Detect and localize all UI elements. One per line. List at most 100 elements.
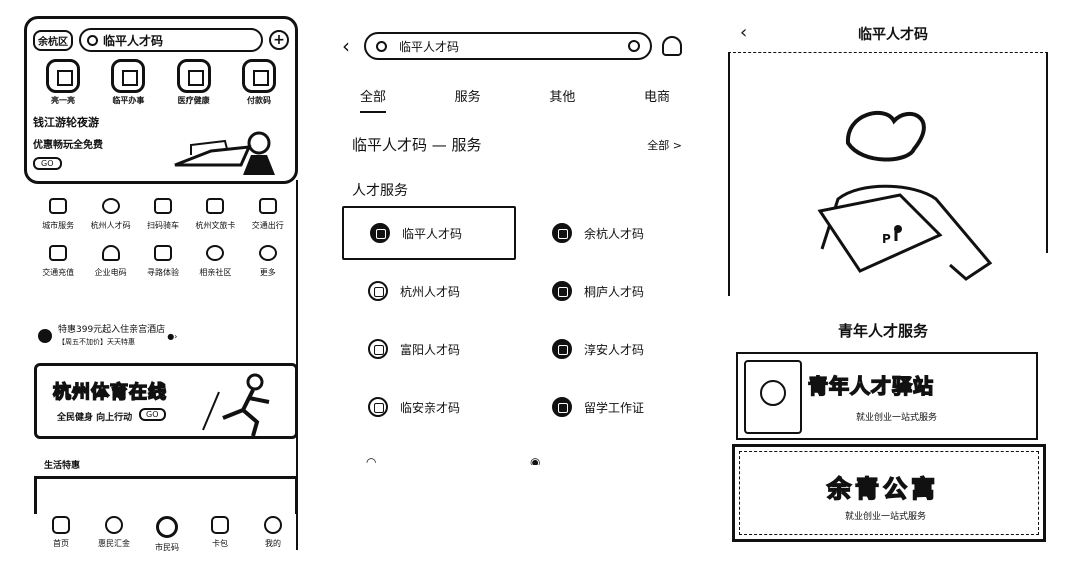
youth-station-card[interactable]: 青年人才驿站 就业创业一站式服务	[736, 352, 1038, 440]
notice-line-1: 特惠399元起入住亲宫酒店	[58, 325, 166, 335]
cutoff-icon: ◉	[530, 455, 541, 465]
quick-action-4[interactable]: 付款码	[229, 59, 289, 106]
headset-icon	[101, 245, 120, 261]
panel-search-results: ‹ 临平人才码 全部 服务 其他 电商 临平人才码 — 服务 全部 > 人才服务…	[330, 0, 700, 581]
service-item-study-abroad[interactable]: 留学工作证	[526, 380, 700, 434]
grid-item-hz-talent[interactable]: 杭州人才码	[84, 198, 136, 231]
grid-item-bike[interactable]: 扫码骑车	[137, 198, 189, 231]
tab-benefits[interactable]: 惠民汇金	[89, 516, 139, 553]
list-cutoff: ◠ ◉	[366, 455, 646, 465]
grid-item-transport[interactable]: 交通出行	[242, 198, 294, 231]
notice-icon	[38, 329, 52, 343]
talent-code-icon	[552, 223, 572, 243]
grid-item-label: 城市服务	[42, 221, 75, 230]
service-label: 临安亲才码	[400, 400, 461, 415]
clear-icon[interactable]	[628, 40, 640, 52]
talent-code-icon	[368, 281, 388, 301]
more-icon	[258, 245, 277, 261]
search-input[interactable]: 临平人才码	[364, 32, 652, 60]
tab-ecommerce[interactable]: 电商	[644, 86, 670, 113]
tab-services[interactable]: 服务	[455, 86, 481, 113]
tab-other[interactable]: 其他	[549, 86, 575, 113]
tab-wallet[interactable]: 卡包	[195, 516, 245, 553]
life-section-title: 生活特惠	[44, 461, 81, 471]
customer-service-icon[interactable]	[662, 36, 682, 56]
service-item-tonglu[interactable]: 桐庐人才码	[526, 264, 700, 318]
service-item-yuhang[interactable]: 余杭人才码	[526, 206, 700, 260]
hero-frame-line	[1046, 53, 1048, 253]
home-tab-icon	[52, 516, 70, 534]
grid-item-community[interactable]: 相亲社区	[189, 245, 241, 278]
service-item-fuyang[interactable]: 富阳人才码	[342, 322, 516, 376]
category-title: 人才服务	[352, 183, 408, 199]
banner-go-button[interactable]: GO	[33, 157, 62, 170]
hero-illustration: P	[728, 52, 1048, 296]
sports-banner-title: 杭州体育在线	[52, 381, 167, 404]
service-item-chunan[interactable]: 淳安人才码	[526, 322, 700, 376]
pay-code-icon	[241, 59, 276, 93]
tab-home[interactable]: 首页	[36, 516, 86, 553]
grid-item-travel-card[interactable]: 杭州文旅卡	[189, 198, 241, 231]
apartment-card[interactable]: 余青公寓 就业创业一站式服务	[732, 444, 1046, 542]
certificate-icon	[552, 397, 572, 417]
service-label: 桐庐人才码	[584, 284, 645, 299]
card-icon	[206, 198, 225, 214]
back-icon[interactable]: ‹	[740, 22, 747, 43]
city-selector[interactable]: 余杭区	[33, 29, 73, 51]
grid-item-experience[interactable]: 寻路体验	[137, 245, 189, 278]
service-item-hangzhou[interactable]: 杭州人才码	[342, 264, 516, 318]
service-item-linping[interactable]: 临平人才码	[342, 206, 516, 260]
grid-item-label: 交通出行	[251, 221, 284, 230]
quick-actions: 亮一亮 临平办事 医疗健康 付款码	[33, 59, 289, 106]
talent-icon	[101, 198, 120, 214]
tab-mine[interactable]: 我的	[248, 516, 298, 553]
life-banner[interactable]	[34, 476, 298, 514]
service-item-linan[interactable]: 临安亲才码	[342, 380, 516, 434]
grid-item-city-service[interactable]: 城市服务	[32, 198, 84, 231]
grid-item-label: 杭州人才码	[90, 221, 131, 230]
home-search-box[interactable]: 临平人才码	[79, 28, 263, 52]
quick-action-label: 付款码	[246, 96, 271, 105]
grid-item-more[interactable]: 更多	[242, 245, 294, 278]
page-title: 临平人才码	[858, 27, 928, 43]
quick-action-3[interactable]: 医疗健康	[164, 59, 224, 106]
quick-action-2[interactable]: 临平办事	[98, 59, 158, 106]
tab-label: 首页	[53, 539, 69, 548]
profile-tab-icon	[264, 516, 282, 534]
grid-item-label: 更多	[259, 268, 276, 277]
quick-action-label: 亮一亮	[51, 96, 75, 105]
add-icon[interactable]: +	[269, 30, 289, 50]
quick-action-1[interactable]: 亮一亮	[33, 59, 93, 106]
home-icon	[153, 245, 172, 261]
chevron-right-icon[interactable]: ●›	[167, 332, 177, 341]
tab-label: 我的	[265, 539, 281, 548]
citizen-code-tab-icon	[156, 516, 178, 538]
back-icon[interactable]: ‹	[342, 34, 350, 58]
grid-item-label: 企业电码	[94, 268, 127, 277]
clock-icon	[744, 360, 802, 434]
grid-item-label: 相亲社区	[199, 268, 232, 277]
notice-text: 特惠399元起入住亲宫酒店 【周五不加价】天天特惠	[58, 324, 165, 348]
promo-banner-cruise[interactable]: 钱江游轮夜游 优惠畅玩全免费 GO	[33, 115, 289, 179]
grid-item-label: 寻路体验	[146, 268, 179, 277]
grid-item-label: 扫码骑车	[146, 221, 179, 230]
home-header-card: 余杭区 临平人才码 + 亮一亮 临平办事 医疗健康 付款码 钱江游轮夜游 优惠畅…	[24, 16, 298, 184]
notice-bar[interactable]: 特惠399元起入住亲宫酒店 【周五不加价】天天特惠 ●›	[38, 322, 296, 350]
bottom-tab-bar: 首页 惠民汇金 市民码 卡包 我的	[36, 516, 298, 553]
talent-code-icon	[368, 397, 388, 417]
apartment-title: 余青公寓	[826, 473, 939, 504]
search-icon	[376, 40, 387, 52]
service-grid: 城市服务 杭州人才码 扫码骑车 杭州文旅卡 交通出行 交通充值 企业电码 寻路体…	[32, 198, 294, 278]
search-query: 临平人才码	[399, 39, 460, 54]
grid-item-enterprise[interactable]: 企业电码	[84, 245, 136, 278]
home-search-text: 临平人才码	[103, 33, 164, 48]
service-label: 余杭人才码	[584, 226, 645, 241]
sports-go-button[interactable]: GO	[139, 408, 166, 421]
tab-citizen-code[interactable]: 市民码	[142, 516, 192, 553]
recharge-icon	[49, 245, 68, 261]
section-all-link[interactable]: 全部 >	[647, 137, 682, 153]
talent-code-icon	[552, 281, 572, 301]
tab-all[interactable]: 全部	[360, 86, 387, 113]
grid-item-recharge[interactable]: 交通充值	[32, 245, 84, 278]
promo-banner-sports[interactable]: 杭州体育在线 全民健身 向上行动 GO	[34, 363, 298, 439]
